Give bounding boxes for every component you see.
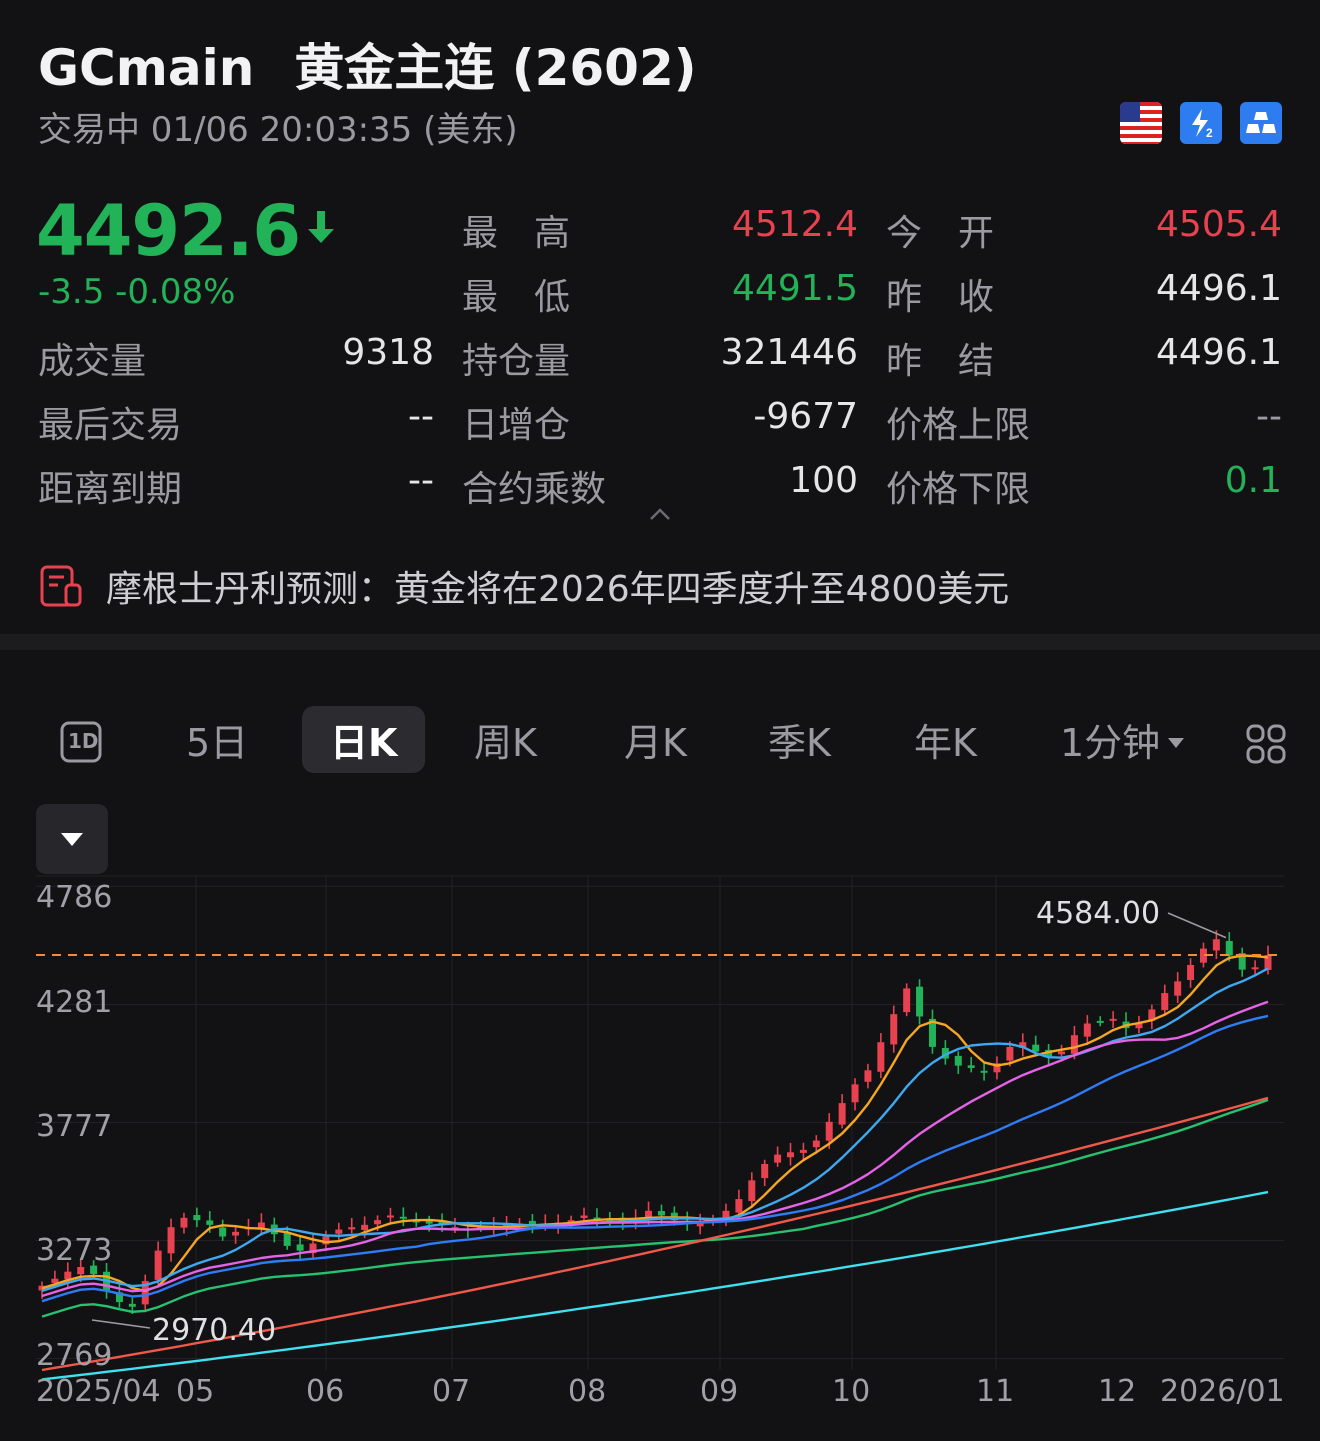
ma-line-ma60: [41, 1098, 1269, 1318]
candle-body: [1212, 939, 1220, 951]
candle-body: [761, 1163, 769, 1179]
candle-body: [128, 1303, 136, 1307]
x-tick-label: 05: [176, 1374, 215, 1409]
candle-body: [825, 1121, 833, 1141]
candle-body: [399, 1216, 407, 1219]
x-tick-label: 2025/04: [36, 1374, 161, 1409]
candle-body: [1161, 993, 1169, 1011]
candle-body: [361, 1224, 369, 1230]
candle-body: [980, 1070, 988, 1073]
candle-body: [1070, 1035, 1078, 1054]
x-tick-label: 2026/01: [1160, 1374, 1285, 1409]
candle-body: [193, 1215, 201, 1221]
candle-body: [748, 1180, 756, 1202]
candle-body: [206, 1220, 214, 1225]
candle-body: [851, 1084, 859, 1103]
candle-body: [1096, 1020, 1104, 1023]
candle-body: [374, 1220, 382, 1225]
candle-body: [77, 1266, 85, 1275]
x-tick-label: 11: [976, 1374, 1015, 1409]
candle-body: [219, 1227, 227, 1237]
candle-body: [1032, 1044, 1040, 1052]
candle-body: [1083, 1023, 1091, 1037]
candle-body: [1174, 981, 1182, 996]
candle-body: [722, 1210, 730, 1218]
candle-body: [1251, 967, 1259, 970]
high-annotation: 4584.00: [1036, 896, 1161, 931]
y-tick-label: 3777: [36, 1109, 113, 1144]
candle-body: [967, 1065, 975, 1068]
y-tick-label: 3273: [36, 1233, 113, 1268]
y-tick-label: 4786: [36, 880, 113, 915]
high-annotation-leader: [1167, 912, 1227, 939]
candle-body: [580, 1215, 588, 1219]
ma-line-ma30: [41, 1014, 1269, 1303]
candle-body: [296, 1244, 304, 1251]
candle-body: [954, 1055, 962, 1066]
candle-body: [232, 1231, 240, 1236]
candle-body: [167, 1227, 175, 1254]
candle-body: [386, 1215, 394, 1218]
x-tick-label: 10: [832, 1374, 871, 1409]
candle-body: [180, 1217, 188, 1228]
candle-body: [1225, 940, 1233, 956]
candlestick-chart[interactable]: [0, 0, 1320, 1441]
candle-body: [877, 1042, 885, 1072]
candle-body: [348, 1227, 356, 1230]
candle-body: [64, 1271, 72, 1280]
candle-body: [916, 986, 924, 1017]
candle-body: [657, 1211, 665, 1216]
candle-body: [154, 1250, 162, 1280]
candle-body: [812, 1140, 820, 1148]
x-tick-label: 08: [568, 1374, 607, 1409]
candle-body: [1109, 1018, 1117, 1021]
candle-body: [735, 1199, 743, 1213]
candle-body: [787, 1152, 795, 1158]
x-tick-label: 09: [700, 1374, 739, 1409]
x-tick-label: 07: [432, 1374, 471, 1409]
y-tick-label: 2769: [36, 1338, 113, 1373]
candle-body: [903, 988, 911, 1013]
low-annotation-leader: [91, 1319, 151, 1329]
x-tick-label: 06: [306, 1374, 345, 1409]
x-tick-label: 12: [1098, 1374, 1137, 1409]
candle-body: [1187, 964, 1195, 980]
candle-body: [799, 1149, 807, 1153]
candle-body: [335, 1229, 343, 1234]
candle-body: [1058, 1051, 1066, 1055]
candle-body: [838, 1103, 846, 1125]
y-tick-label: 4281: [36, 985, 113, 1020]
candle-body: [774, 1154, 782, 1163]
candle-body: [890, 1014, 898, 1045]
candle-body: [1006, 1046, 1014, 1061]
low-annotation: 2970.40: [152, 1313, 277, 1348]
candle-body: [864, 1070, 872, 1082]
